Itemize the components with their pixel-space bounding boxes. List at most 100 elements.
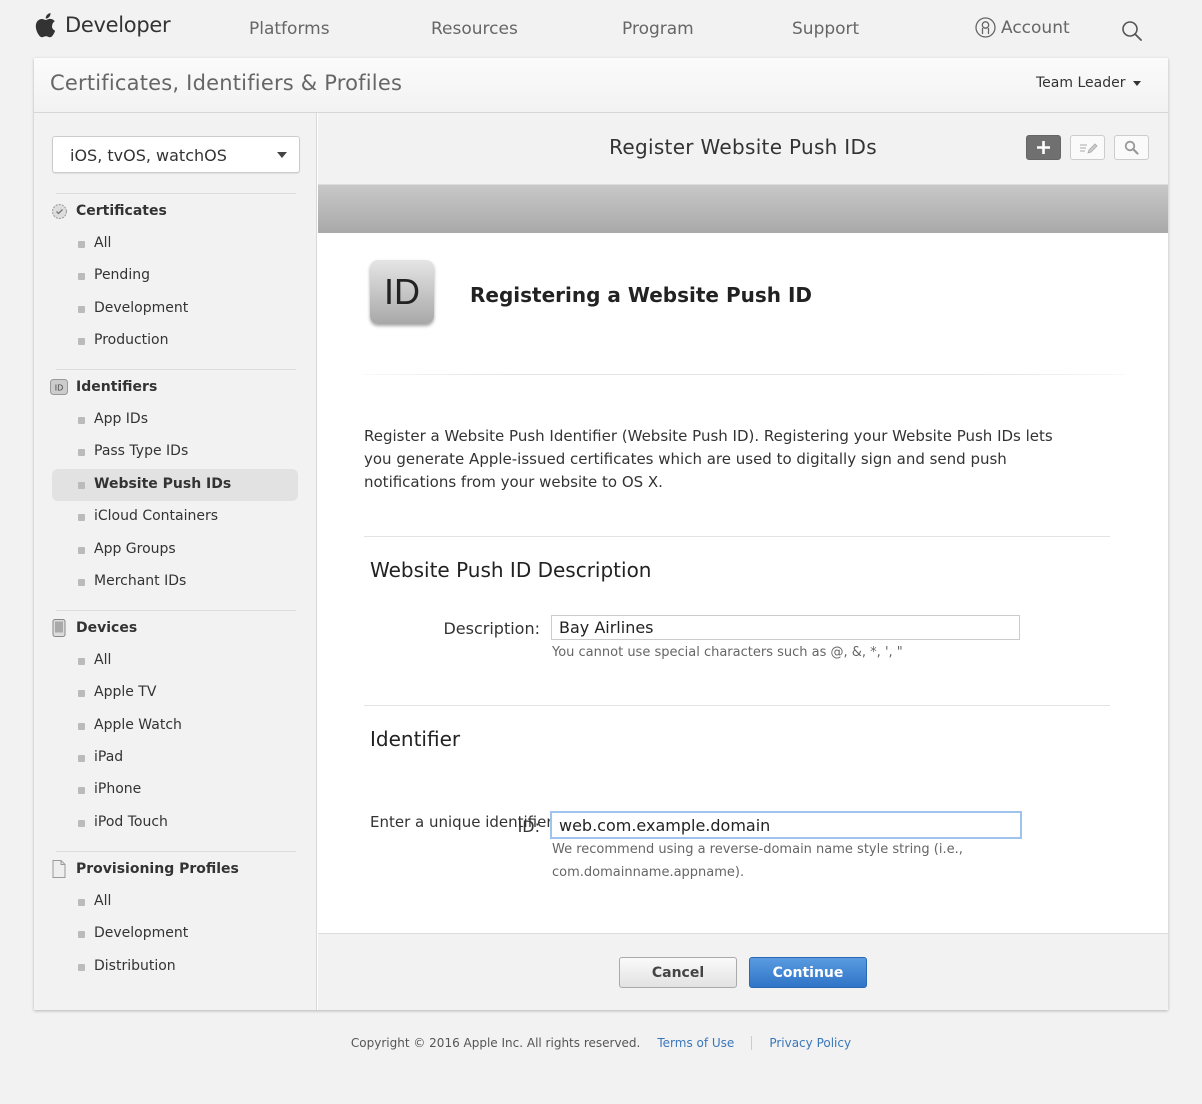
privacy-link[interactable]: Privacy Policy [769,1036,851,1050]
content-band [318,185,1168,233]
sidebar-item-ipad[interactable]: iPad [52,742,298,774]
nav-support[interactable]: Support [792,19,859,39]
sidebar: iOS, tvOS, watchOS Certificates All Pend… [34,113,317,1010]
sidebar-item-label: Production [94,332,169,348]
divider [56,851,296,852]
bullet-icon [78,787,85,794]
bullet-icon [78,417,85,424]
sidebar-item-label: Merchant IDs [94,573,187,589]
dropdown-arrow-icon [277,152,287,158]
bullet-icon [78,899,85,906]
sidebar-item-apple-tv[interactable]: Apple TV [52,677,298,709]
add-button[interactable] [1026,135,1061,160]
platform-select-value: iOS, tvOS, watchOS [70,146,227,165]
divider [364,536,1110,537]
id-hint-line2: com.domainname.appname). [552,865,745,880]
caret-down-icon [1133,80,1142,86]
card-header: Certificates, Identifiers & Profiles Tea… [34,58,1168,113]
id-hint-line1: We recommend using a reverse-domain name… [552,842,963,857]
sidebar-item-iphone[interactable]: iPhone [52,774,298,806]
sidebar-item-profiles-development[interactable]: Development [52,918,298,950]
bullet-icon [78,690,85,697]
bullet-icon [78,820,85,827]
sidebar-item-label: Development [94,925,189,941]
sidebar-item-website-push-ids[interactable]: Website Push IDs [52,469,298,501]
description-field[interactable] [551,615,1020,640]
sidebar-item-label: All [94,652,112,668]
cancel-button[interactable]: Cancel [619,957,737,988]
intro-text: Register a Website Push Identifier (Webs… [364,427,1053,491]
sidebar-item-icloud-containers[interactable]: iCloud Containers [52,501,298,533]
section-provisioning-label: Provisioning Profiles [76,861,239,877]
account-icon [975,17,996,38]
sidebar-item-pass-type-ids[interactable]: Pass Type IDs [52,436,298,468]
developer-home-link[interactable]: Developer [34,12,171,38]
edit-icon [1079,142,1098,154]
sidebar-item-apple-watch[interactable]: Apple Watch [52,710,298,742]
bullet-icon [78,514,85,521]
section-devices: Devices [50,619,137,637]
sidebar-item-label: Distribution [94,958,176,974]
terms-link[interactable]: Terms of Use [657,1036,734,1050]
description-section-title: Website Push ID Description [370,558,652,582]
nav-resources[interactable]: Resources [431,19,518,39]
device-icon [50,619,68,637]
sidebar-item-profiles-all[interactable]: All [52,886,298,918]
sidebar-item-ipod-touch[interactable]: iPod Touch [52,807,298,839]
page-footer: Copyright © 2016 Apple Inc. All rights r… [0,1036,1202,1050]
sidebar-item-label: iPhone [94,781,142,797]
sidebar-item-certificates-pending[interactable]: Pending [52,260,298,292]
sidebar-item-label: App Groups [94,541,176,557]
team-selector[interactable]: Team Leader [1036,75,1142,91]
content-panel: Register Website Push IDs ID Registering… [318,113,1168,1010]
nav-program[interactable]: Program [622,19,694,39]
sidebar-item-certificates-development[interactable]: Development [52,293,298,325]
bullet-icon [78,931,85,938]
sidebar-item-label: Apple Watch [94,717,182,733]
section-certificates: Certificates [50,202,167,220]
id-field[interactable] [550,811,1022,839]
sidebar-item-label: All [94,235,112,251]
page-title: Certificates, Identifiers & Profiles [50,71,403,95]
sidebar-item-merchant-ids[interactable]: Merchant IDs [52,566,298,598]
add-icon [1037,141,1050,154]
id-label: ID: [517,817,540,836]
nav-platforms[interactable]: Platforms [249,19,330,39]
identifier-section-title: Identifier [370,727,461,751]
document-icon [50,860,68,878]
sidebar-item-label: All [94,893,112,909]
bullet-icon [78,964,85,971]
sidebar-item-label: Website Push IDs [94,476,232,492]
section-devices-label: Devices [76,620,138,636]
sidebar-item-app-ids[interactable]: App IDs [52,404,298,436]
section-identifiers: ID Identifiers [50,378,157,396]
bullet-icon [78,579,85,586]
main-card: Certificates, Identifiers & Profiles Tea… [34,58,1168,1010]
global-nav: Developer Platforms Resources Program Su… [0,0,1202,58]
platform-select[interactable]: iOS, tvOS, watchOS [52,136,300,173]
account-label: Account [1001,17,1070,38]
sidebar-item-label: Pending [94,267,150,283]
search-icon[interactable] [1121,20,1143,42]
continue-button[interactable]: Continue [749,957,867,988]
edit-button[interactable] [1070,135,1105,160]
sidebar-item-label: Development [94,300,189,316]
form-actions: Cancel Continue [318,933,1168,1010]
bullet-icon [78,547,85,554]
nav-account[interactable]: Account [975,17,1070,38]
sidebar-item-profiles-distribution[interactable]: Distribution [52,951,298,983]
bullet-icon [78,482,85,489]
sidebar-item-certificates-production[interactable]: Production [52,325,298,357]
copyright-text: Copyright © 2016 Apple Inc. All rights r… [350,1036,641,1050]
divider [56,610,296,611]
search-button[interactable] [1114,135,1149,160]
id-icon: ID [50,378,68,396]
sidebar-item-certificates-all[interactable]: All [52,228,298,260]
sidebar-item-label: Pass Type IDs [94,443,189,459]
description-label: Description: [443,619,540,638]
sidebar-item-devices-all[interactable]: All [52,645,298,677]
sidebar-item-app-groups[interactable]: App Groups [52,534,298,566]
bullet-icon [78,449,85,456]
apple-logo-icon [35,13,56,38]
team-label: Team Leader [1036,75,1126,91]
